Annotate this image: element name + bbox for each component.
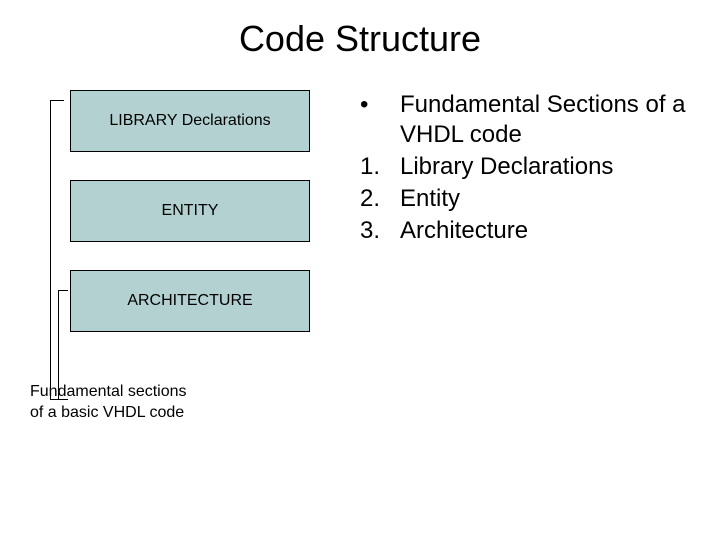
bracket-inner [58, 290, 68, 400]
caption-line: Fundamental sections [30, 382, 350, 403]
box-entity: ENTITY [70, 180, 310, 242]
list-marker: 3. [360, 216, 400, 246]
box-label: ENTITY [162, 202, 219, 220]
caption-line: of a basic VHDL code [30, 403, 350, 424]
diagram-column: LIBRARY Declarations ENTITY ARCHITECTURE… [0, 90, 350, 424]
list-text: Architecture [400, 216, 700, 246]
list-item: 3. Architecture [360, 216, 700, 246]
content-area: LIBRARY Declarations ENTITY ARCHITECTURE… [0, 60, 720, 424]
box-library-declarations: LIBRARY Declarations [70, 90, 310, 152]
text-column: • Fundamental Sections of a VHDL code 1.… [350, 90, 720, 424]
list-marker: 2. [360, 184, 400, 214]
bullet-item: • Fundamental Sections of a VHDL code [360, 90, 700, 150]
slide-title: Code Structure [0, 0, 720, 60]
bullet-marker: • [360, 90, 400, 150]
box-label: LIBRARY Declarations [109, 112, 270, 130]
list-text: Library Declarations [400, 152, 700, 182]
box-label: ARCHITECTURE [127, 292, 252, 310]
bullet-text: Fundamental Sections of a VHDL code [400, 90, 700, 150]
box-architecture: ARCHITECTURE [70, 270, 310, 332]
diagram-caption: Fundamental sections of a basic VHDL cod… [30, 382, 350, 424]
list-item: 2. Entity [360, 184, 700, 214]
list-text: Entity [400, 184, 700, 214]
list-marker: 1. [360, 152, 400, 182]
list-item: 1. Library Declarations [360, 152, 700, 182]
